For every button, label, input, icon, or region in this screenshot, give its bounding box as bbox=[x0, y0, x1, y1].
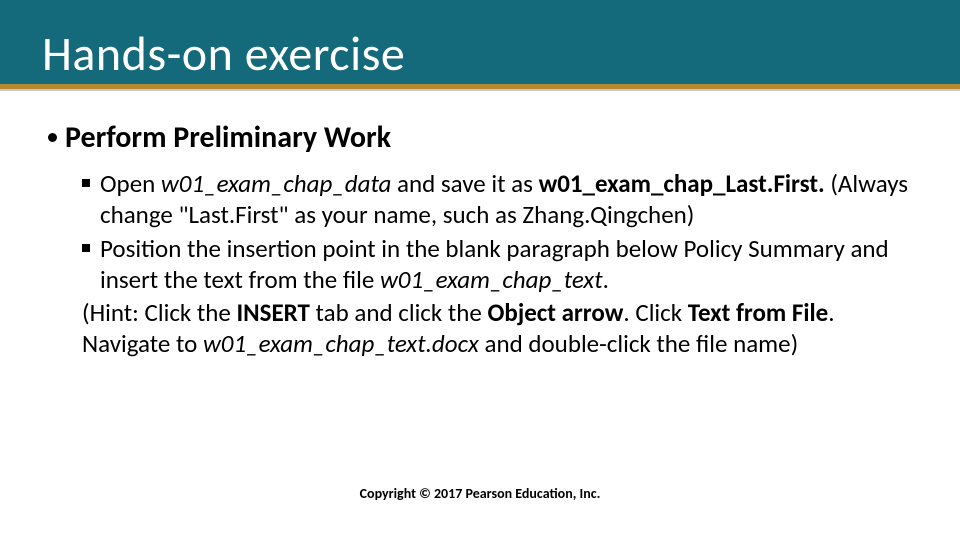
item1-text: Open w01_exam_chap_data and save it as w… bbox=[100, 168, 912, 231]
list-item: Position the insertion point in the blan… bbox=[82, 233, 912, 296]
heading-row: Perform Preliminary Work bbox=[48, 121, 912, 154]
t: tab and click the bbox=[310, 297, 488, 328]
t: . Click bbox=[623, 297, 687, 328]
list-item: Open w01_exam_chap_data and save it as w… bbox=[82, 168, 912, 231]
b: Object arrow bbox=[488, 297, 624, 328]
sub-list: Open w01_exam_chap_data and save it as w… bbox=[48, 168, 912, 295]
square-bullet-icon bbox=[82, 244, 90, 252]
b: Text from File bbox=[688, 297, 828, 328]
copyright-footer: Copyright © 2017 Pearson Education, Inc. bbox=[0, 485, 960, 502]
hint-text: (Hint: Click the INSERT tab and click th… bbox=[82, 297, 912, 360]
filename-italic: w01_exam_chap_data bbox=[161, 168, 391, 199]
t: Open bbox=[100, 168, 161, 199]
slide-title: Hands-on exercise bbox=[42, 24, 405, 83]
t: (Hint: Click the bbox=[82, 297, 237, 328]
item2-text: Position the insertion point in the blan… bbox=[100, 233, 912, 296]
b: INSERT bbox=[237, 297, 310, 328]
bullet-dot-icon bbox=[48, 133, 57, 142]
filename-italic: w01_exam_chap_text bbox=[380, 264, 603, 295]
heading-text: Perform Preliminary Work bbox=[65, 121, 391, 154]
square-bullet-icon bbox=[82, 179, 90, 187]
filename-italic: w01_exam_chap_text.docx bbox=[203, 328, 479, 359]
t: and double-click the file name) bbox=[479, 328, 798, 359]
title-band: Hands-on exercise bbox=[0, 0, 960, 84]
slide: Hands-on exercise Perform Preliminary Wo… bbox=[0, 0, 960, 540]
t: . bbox=[603, 264, 609, 295]
filename-bold: w01_exam_chap_Last.First. bbox=[539, 168, 825, 199]
t: and save it as bbox=[391, 168, 538, 199]
content-area: Perform Preliminary Work Open w01_exam_c… bbox=[0, 91, 960, 360]
